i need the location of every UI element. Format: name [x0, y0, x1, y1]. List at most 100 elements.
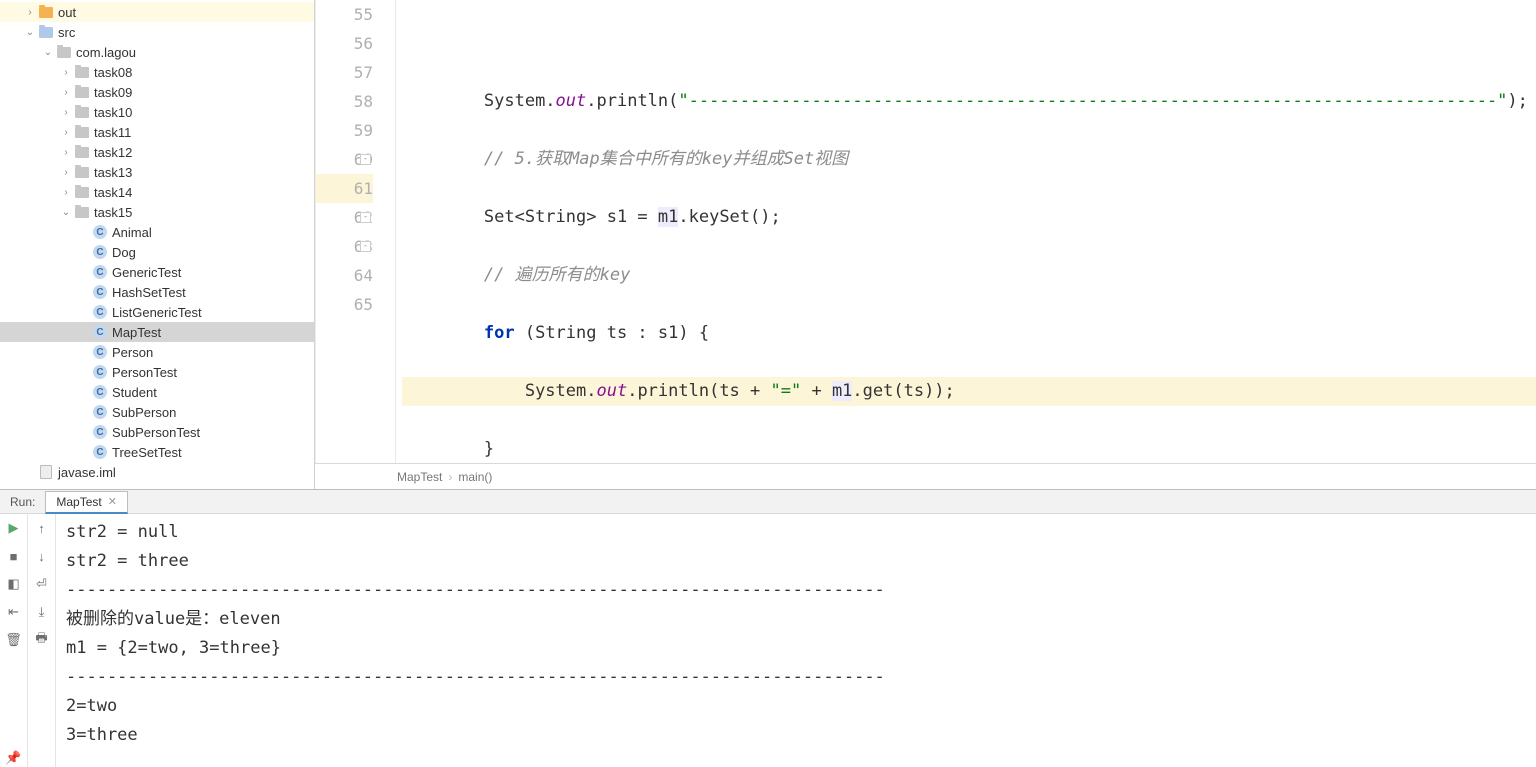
fold-icon[interactable]: - [360, 241, 371, 252]
tree-node-person[interactable]: C Person [0, 342, 314, 362]
line-number: 65 [316, 290, 373, 319]
tree-node-listgenerictest[interactable]: C ListGenericTest [0, 302, 314, 322]
tree-label: src [58, 25, 75, 40]
tree-label: MapTest [112, 325, 161, 340]
node-icon: C [92, 304, 108, 320]
pin-button[interactable]: 📌 [5, 749, 23, 767]
tree-node-treesettest[interactable]: CTreeSetTest [0, 442, 314, 462]
run-toolbar-secondary: ↑ ↓ ⏎ ⤓ 🖶 [28, 514, 56, 767]
line-number: 60- [316, 145, 373, 174]
tree-label: out [58, 5, 76, 20]
tree-node-animal[interactable]: CAnimal [0, 222, 314, 242]
tree-node-src[interactable]: ⌄ src [0, 22, 314, 42]
tree-node-task09[interactable]: › task09 [0, 82, 314, 102]
tree-node-maptest[interactable]: CMapTest [0, 322, 314, 342]
line-number: 56 [316, 29, 373, 58]
node-icon: C [92, 424, 108, 440]
tree-node-subperson[interactable]: CSubPerson [0, 402, 314, 422]
tree-node-task11[interactable]: › task11 [0, 122, 314, 142]
tree-label: PersonTest [112, 365, 177, 380]
tree-label: Person [112, 345, 153, 360]
tree-node-student[interactable]: CStudent [0, 382, 314, 402]
caret-icon[interactable]: ⌄ [58, 207, 74, 218]
breadcrumb-sep: › [448, 470, 452, 484]
tree-node-subpersontest[interactable]: CSubPersonTest [0, 422, 314, 442]
node-icon [74, 164, 90, 180]
node-icon: C [92, 384, 108, 400]
node-icon [74, 84, 90, 100]
tree-node-dog[interactable]: CDog [0, 242, 314, 262]
tree-label: task08 [94, 65, 132, 80]
tree-node-task08[interactable]: › task08 [0, 62, 314, 82]
scroll-end-button[interactable]: ⤓ [33, 603, 51, 621]
tree-label: TreeSetTest [112, 445, 182, 460]
node-icon: C [92, 344, 108, 360]
node-icon: C [92, 244, 108, 260]
caret-icon[interactable]: › [58, 67, 74, 78]
caret-icon[interactable]: › [58, 167, 74, 178]
tree-label: task12 [94, 145, 132, 160]
node-icon: C [92, 364, 108, 380]
rerun-button[interactable]: ▶ [5, 519, 23, 537]
node-icon: C [92, 404, 108, 420]
exit-button[interactable]: ⇤ [5, 603, 23, 621]
down-arrow-icon[interactable]: ↓ [33, 547, 51, 565]
code-content[interactable]: System.out.println("--------------------… [396, 0, 1536, 463]
line-number: 59 [316, 116, 373, 145]
code-text: System. [484, 91, 556, 111]
fold-icon[interactable]: - [360, 212, 371, 223]
run-header: Run: MapTest ✕ [0, 490, 1536, 514]
tree-label: javase.iml [58, 465, 116, 480]
tree-node-task14[interactable]: ›task14 [0, 182, 314, 202]
breadcrumb-class[interactable]: MapTest [397, 470, 442, 484]
snapshot-button[interactable]: ◧ [5, 575, 23, 593]
variable-usage: m1 [658, 207, 678, 227]
tree-label: task13 [94, 165, 132, 180]
up-arrow-icon[interactable]: ↑ [33, 519, 51, 537]
node-icon [38, 464, 54, 480]
line-number: 58 [316, 87, 373, 116]
node-icon [74, 184, 90, 200]
caret-icon[interactable]: › [58, 107, 74, 118]
tree-label: Animal [112, 225, 152, 240]
tree-node-persontest[interactable]: C PersonTest [0, 362, 314, 382]
comment: // 遍历所有的key [484, 265, 630, 285]
console-output[interactable]: str2 = null str2 = three ---------------… [56, 514, 1536, 767]
line-number: 64 [316, 261, 373, 290]
caret-icon[interactable]: › [58, 187, 74, 198]
tree-node-out[interactable]: › out [0, 2, 314, 22]
tree-node-task13[interactable]: › task13 [0, 162, 314, 182]
close-icon[interactable]: ✕ [108, 495, 117, 508]
tree-label: task09 [94, 85, 132, 100]
tree-node-generictest[interactable]: CGenericTest [0, 262, 314, 282]
project-tree[interactable]: ›out⌄src⌄com.lagou›task08›task09›task10›… [0, 0, 315, 489]
caret-icon[interactable]: › [58, 147, 74, 158]
stop-button[interactable]: ■ [5, 547, 23, 565]
caret-icon[interactable]: › [22, 7, 38, 18]
tree-node-javase-iml[interactable]: javase.iml [0, 462, 314, 482]
code-editor[interactable]: 555657585960-6162-63-6465 System.out.pri… [315, 0, 1536, 463]
tree-node-task12[interactable]: › task12 [0, 142, 314, 162]
tree-node-com-lagou[interactable]: ⌄com.lagou [0, 42, 314, 62]
node-icon [74, 64, 90, 80]
tree-label: ListGenericTest [112, 305, 202, 320]
breadcrumb[interactable]: MapTest › main() [315, 463, 1536, 489]
tree-label: task15 [94, 205, 132, 220]
line-number: 62- [316, 203, 373, 232]
caret-icon[interactable]: › [58, 127, 74, 138]
tree-label: task11 [94, 125, 131, 140]
trash-button[interactable]: 🗑 [5, 631, 23, 649]
caret-icon[interactable]: › [58, 87, 74, 98]
caret-icon[interactable]: ⌄ [22, 27, 38, 38]
run-tab[interactable]: MapTest ✕ [45, 491, 128, 514]
node-icon: C [92, 264, 108, 280]
soft-wrap-button[interactable]: ⏎ [33, 575, 51, 593]
breadcrumb-method[interactable]: main() [458, 470, 492, 484]
tree-node-task10[interactable]: ›task10 [0, 102, 314, 122]
caret-icon[interactable]: ⌄ [40, 47, 56, 58]
tree-node-task15[interactable]: ⌄ task15 [0, 202, 314, 222]
fold-icon[interactable]: - [360, 154, 371, 165]
print-button[interactable]: 🖶 [33, 631, 51, 649]
run-tab-label: MapTest [56, 495, 101, 509]
tree-node-hashsettest[interactable]: CHashSetTest [0, 282, 314, 302]
